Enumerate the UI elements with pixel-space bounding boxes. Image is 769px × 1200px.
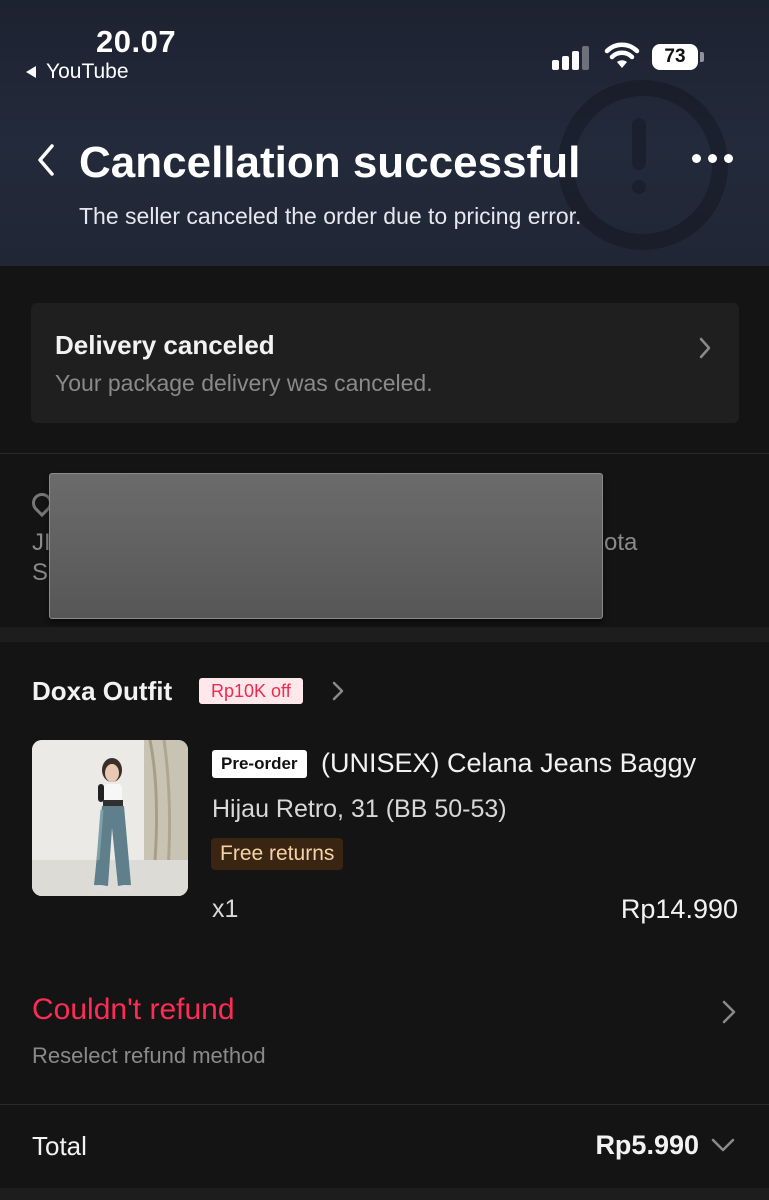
section-separator (0, 627, 769, 642)
address-line-1: JI (32, 529, 51, 556)
product-quantity: x1 (212, 895, 239, 923)
product-title[interactable]: (UNISEX) Celana Jeans Baggy (321, 748, 741, 779)
refund-status-link[interactable]: Couldn't refund (32, 993, 235, 1027)
shop-discount-badge: Rp10K off (199, 678, 303, 704)
product-price: Rp14.990 (620, 894, 738, 924)
chevron-right-icon (699, 337, 711, 359)
product-photo (32, 740, 188, 896)
shop-name-link[interactable]: Doxa Outfit (32, 676, 172, 707)
cancellation-reason: The seller canceled the order due to pri… (79, 203, 582, 229)
wifi-icon (604, 42, 640, 68)
back-to-app-link[interactable]: YouTube (26, 60, 129, 84)
free-returns-tag: Free returns (211, 838, 344, 870)
chevron-right-icon[interactable] (719, 998, 739, 1026)
preorder-badge: Pre-order (212, 750, 307, 778)
back-arrow-icon[interactable] (32, 140, 62, 180)
delivery-status-title: Delivery canceled (55, 330, 275, 360)
page-title: Cancellation successful (79, 138, 581, 187)
alert-watermark-dot (632, 180, 646, 194)
refund-status-subtitle: Reselect refund method (32, 1043, 266, 1068)
alert-watermark-bar (632, 118, 646, 170)
product-variant: Hijau Retro, 31 (BB 50-53) (212, 795, 507, 823)
cellular-signal-icon (552, 44, 592, 70)
status-time: 20.07 (96, 24, 177, 59)
chevron-down-icon[interactable] (710, 1136, 736, 1154)
back-app-label: YouTube (46, 60, 129, 83)
chevron-right-icon[interactable] (330, 680, 346, 702)
back-triangle-icon (26, 66, 36, 78)
total-value[interactable]: Rp5.990 (595, 1130, 699, 1161)
battery-level: 73 (652, 44, 698, 70)
delivery-status-card[interactable]: Delivery canceled Your package delivery … (31, 303, 739, 423)
delivery-status-subtitle: Your package delivery was canceled. (55, 370, 433, 396)
redaction-box (49, 473, 603, 619)
section-separator (0, 1188, 769, 1200)
address-line-1-end: ota (604, 529, 638, 556)
battery-icon: 73 (652, 44, 704, 70)
product-thumbnail[interactable] (32, 740, 188, 896)
more-options-icon[interactable] (692, 150, 736, 166)
address-line-2: S (32, 559, 49, 586)
total-label: Total (32, 1131, 87, 1161)
divider (0, 453, 769, 454)
divider (0, 1104, 769, 1105)
